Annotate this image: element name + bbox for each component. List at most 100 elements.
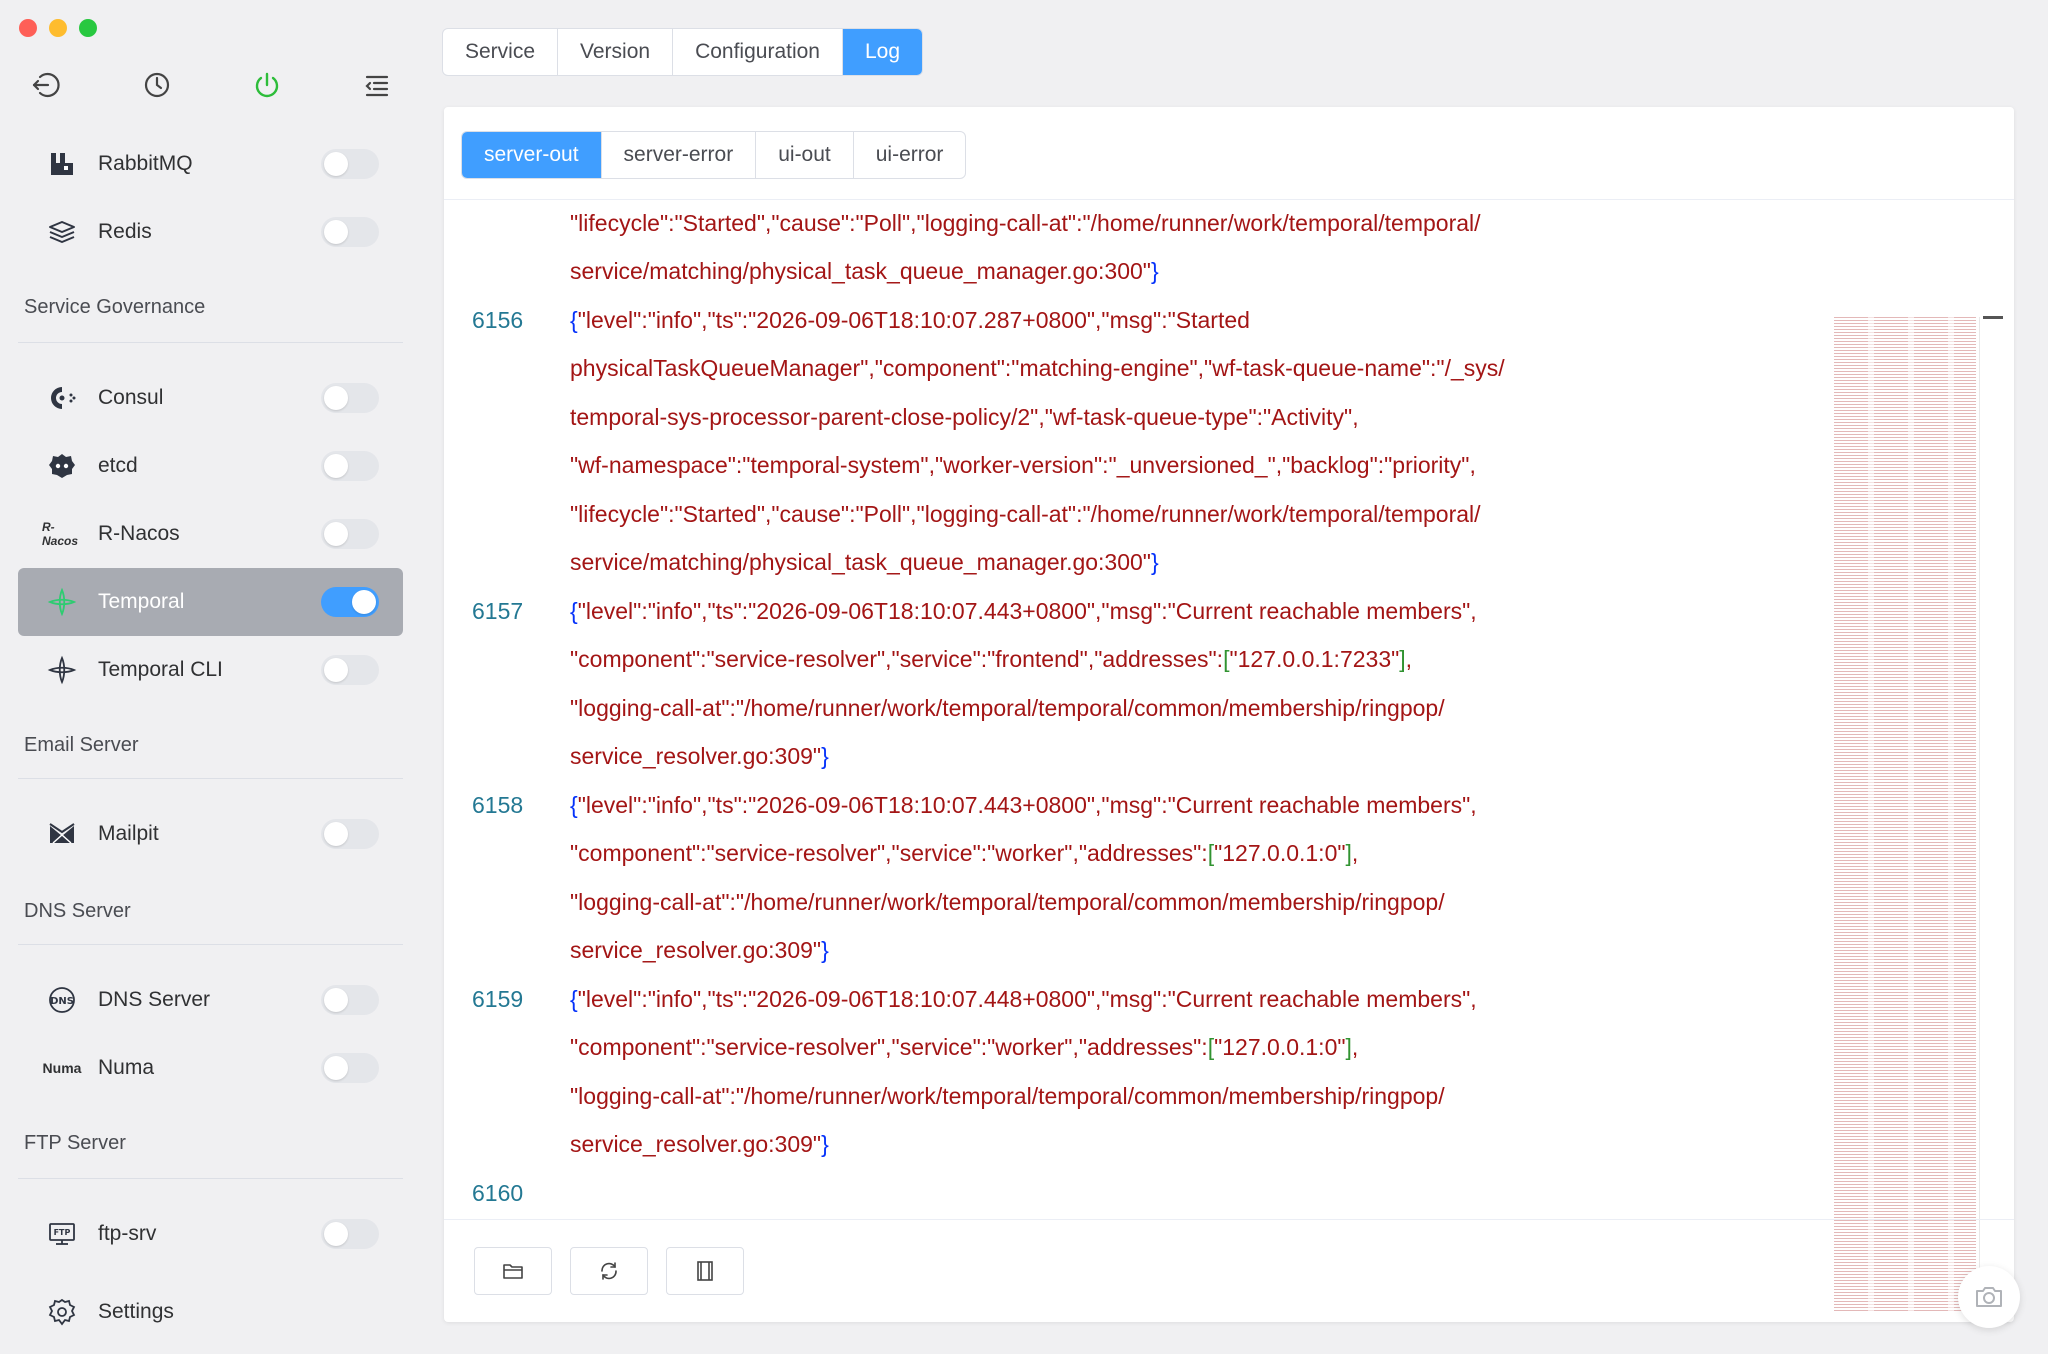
settings-label: Settings [98,1300,174,1323]
log-text: "lifecycle":"Started","cause":"Poll","lo… [570,500,1481,527]
scrollbar-thumb[interactable] [1983,316,2003,319]
back-icon[interactable] [28,68,62,102]
tab-server-error[interactable]: server-error [602,132,757,178]
tab-log[interactable]: Log [843,29,923,75]
rabbitmq-icon [42,147,82,181]
minimap-overlay [1834,317,1976,1311]
zoom-window-button[interactable] [79,19,97,37]
tab-service[interactable]: Service [443,29,559,75]
log-text: service_resolver.go:309"} [570,743,829,769]
sidebar-item-label: ftp-srv [98,1222,157,1245]
menu-collapse-icon[interactable] [360,68,394,102]
log-text: {"level":"info","ts":"2026-09-06T18:10:0… [570,985,1477,1012]
mailpit-icon [42,817,82,851]
sidebar-item-mailpit[interactable]: Mailpit [18,800,403,868]
r-nacos-logo-text: R-Nacos [42,520,79,548]
refresh-button[interactable] [570,1247,648,1295]
tab-server-out[interactable]: server-out [462,132,602,178]
service-toggle[interactable] [321,519,379,549]
redis-icon [42,215,82,249]
group-title: FTP Server [24,1132,126,1154]
sidebar-item-label: Numa [98,1056,155,1079]
sidebar-item-label: R-Nacos [98,522,180,545]
editor-scrollbar[interactable] [1979,317,1980,1311]
wrap-panel-icon [697,1261,713,1281]
temporal-cli-icon [42,653,82,687]
service-toggle[interactable] [321,1053,379,1083]
open-folder-icon [503,1264,523,1279]
service-tabs: Service Version Configuration Log [442,28,924,76]
divider [18,1178,403,1179]
toggle-wrap-button[interactable] [666,1247,744,1295]
history-icon[interactable] [140,68,174,102]
tab-ui-out[interactable]: ui-out [756,132,854,178]
service-toggle[interactable] [321,451,379,481]
divider [444,1219,2014,1220]
window-controls [19,19,97,37]
sidebar-item-settings[interactable]: Settings [18,1278,403,1346]
dns-icon: DNS [42,983,82,1017]
service-toggle[interactable] [321,149,379,179]
service-toggle[interactable] [321,383,379,413]
sidebar-item-rabbitmq[interactable]: RabbitMQ [18,130,403,198]
tab-configuration[interactable]: Configuration [673,29,843,75]
close-window-button[interactable] [19,19,37,37]
svg-text:DNS: DNS [50,996,74,1007]
line-number: 6158 [472,791,524,818]
line-number: 6157 [472,597,524,624]
consul-icon [42,381,82,415]
log-text: temporal-sys-processor-parent-close-poli… [570,403,1359,430]
log-text: physicalTaskQueueManager","component":"m… [570,355,1505,381]
screenshot-button[interactable] [1958,1266,2020,1328]
service-toggle[interactable] [321,1219,379,1249]
sidebar-item-etcd[interactable]: etcd [18,432,403,500]
sidebar-item-temporal-cli[interactable]: Temporal CLI [18,636,403,704]
log-text: {"level":"info","ts":"2026-09-06T18:10:0… [570,791,1477,818]
sidebar-item-label: Mailpit [98,822,159,845]
log-editor[interactable]: "lifecycle":"Started","cause":"Poll","lo… [456,205,2006,1206]
sidebar-item-label: RabbitMQ [98,152,193,175]
group-title: Service Governance [24,296,206,318]
divider [18,944,403,945]
minimize-window-button[interactable] [49,19,67,37]
divider [444,199,2014,200]
sidebar-item-redis[interactable]: Redis [18,198,403,266]
sidebar-item-dns-server[interactable]: DNS DNS Server [18,966,403,1034]
sidebar-item-consul[interactable]: Consul [18,364,403,432]
sidebar-item-ftp-srv[interactable]: FTP ftp-srv [18,1200,403,1268]
log-text: "component":"service-resolver","service"… [570,840,1359,866]
refresh-icon [601,1262,617,1280]
group-title: Email Server [24,734,139,756]
log-text: {"level":"info","ts":"2026-09-06T18:10:0… [570,306,1250,333]
log-text: "logging-call-at":"/home/runner/work/tem… [570,888,1445,915]
sidebar-toolbar [28,68,393,104]
r-nacos-icon: R-Nacos [42,517,82,551]
open-folder-button[interactable] [474,1247,552,1295]
svg-text:FTP: FTP [54,1228,71,1237]
sidebar-item-r-nacos[interactable]: R-Nacos R-Nacos [18,500,403,568]
service-toggle[interactable] [321,985,379,1015]
gear-icon [42,1295,82,1329]
log-text: {"level":"info","ts":"2026-09-06T18:10:0… [570,597,1477,624]
service-toggle[interactable] [321,819,379,849]
sidebar-item-label: Temporal [98,590,185,613]
log-text: "logging-call-at":"/home/runner/work/tem… [570,1082,1445,1109]
divider [18,342,403,343]
service-toggle[interactable] [321,655,379,685]
tab-ui-error[interactable]: ui-error [854,132,966,178]
log-text: "wf-namespace":"temporal-system","worker… [570,452,1476,478]
service-toggle[interactable] [321,217,379,247]
log-text: "component":"service-resolver","service"… [570,646,1413,672]
service-toggle[interactable] [321,587,379,617]
sidebar-item-temporal[interactable]: Temporal [18,568,403,636]
power-icon[interactable] [250,68,284,102]
line-number: 6160 [472,1179,524,1206]
sidebar-item-numa[interactable]: Numa Numa [18,1034,403,1102]
sidebar-item-label: Temporal CLI [98,658,223,681]
log-text: "lifecycle":"Started","cause":"Poll","lo… [570,209,1481,236]
line-number: 6159 [472,985,524,1012]
sidebar-item-label: DNS Server [98,988,211,1011]
tab-version[interactable]: Version [558,29,674,75]
etcd-icon [42,449,82,483]
log-text: service/matching/physical_task_queue_man… [570,549,1159,575]
